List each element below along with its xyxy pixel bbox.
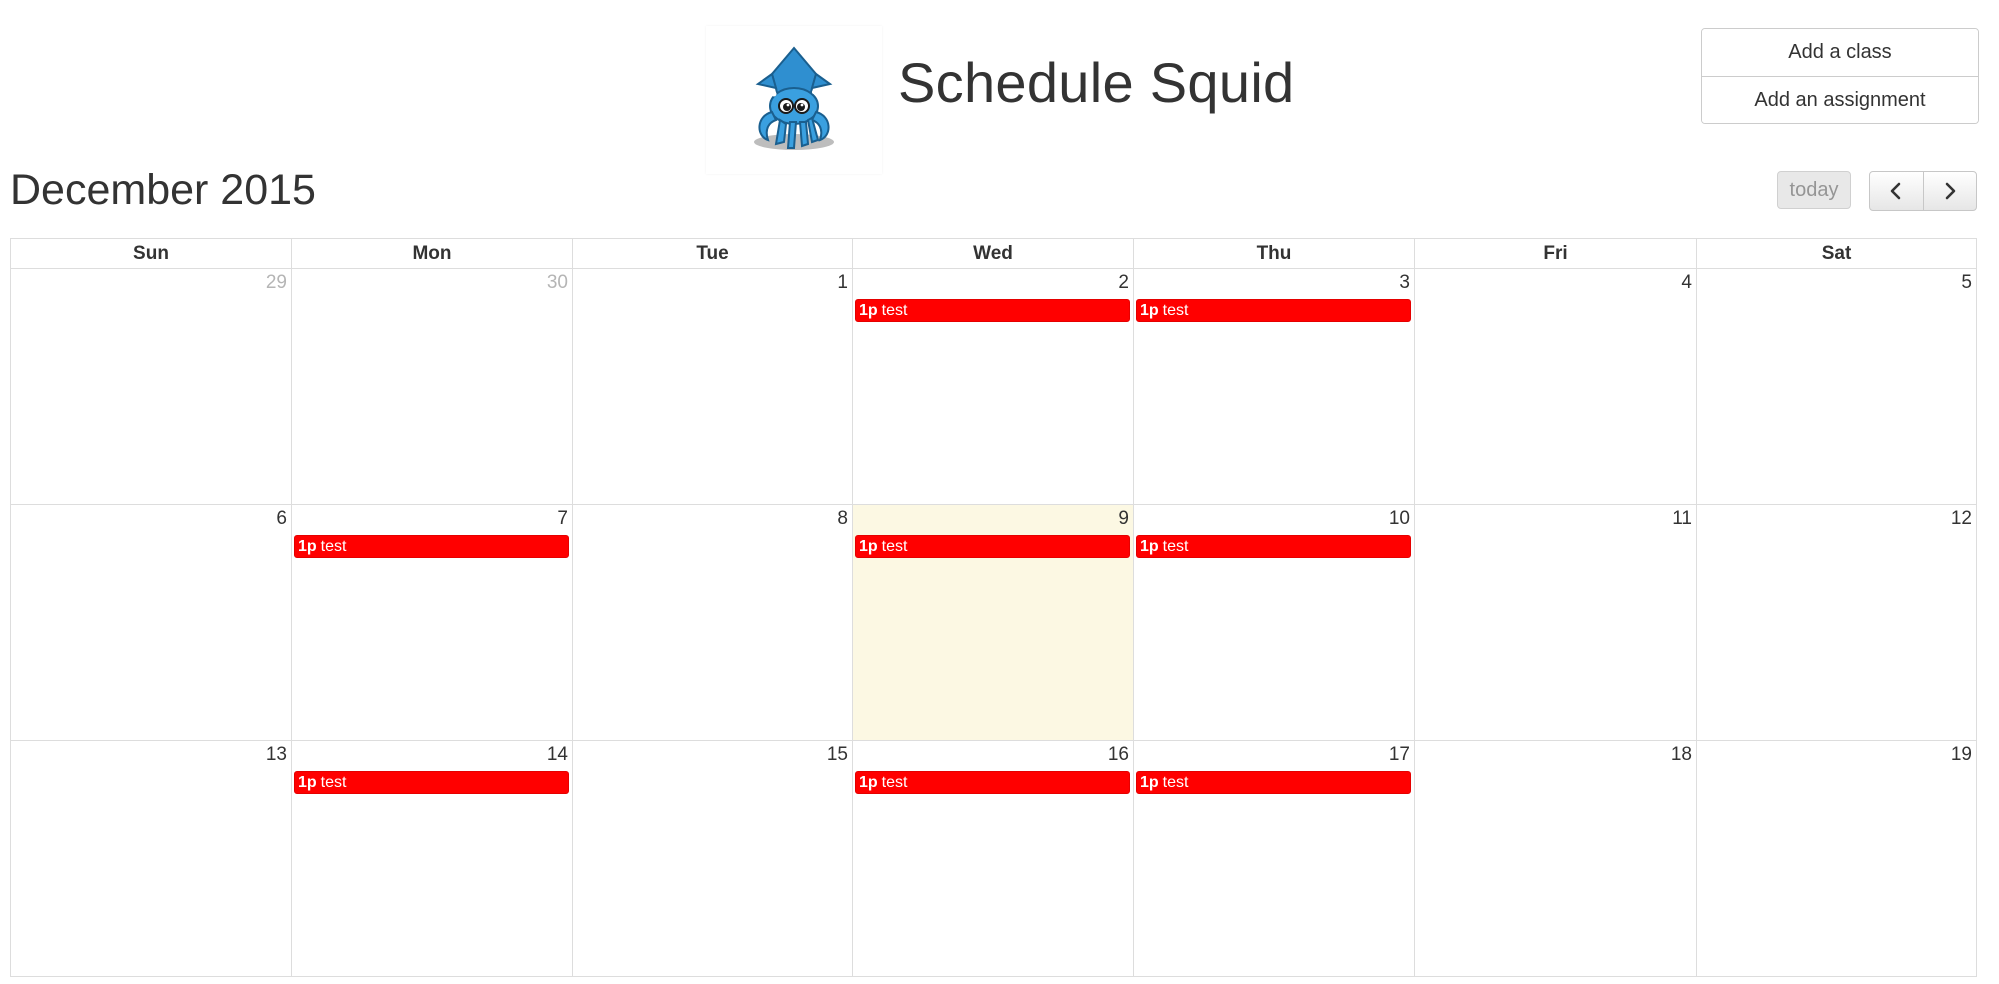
calendar-event[interactable]: 1p test: [855, 299, 1130, 322]
day-number: 9: [1118, 508, 1129, 529]
squid-icon: [754, 46, 834, 150]
event-time: 1p: [1140, 774, 1159, 791]
week-row: 6 7 1p test 8 9 1p test 10 1p test 11 12: [10, 505, 1977, 741]
event-time: 1p: [1140, 302, 1159, 319]
day-number: 7: [557, 508, 568, 529]
app-title: Schedule Squid: [898, 51, 1295, 114]
day-number: 3: [1399, 272, 1410, 293]
day-header-thu: Thu: [1133, 239, 1414, 269]
day-cell[interactable]: 19: [1696, 741, 1977, 977]
day-number: 10: [1388, 508, 1410, 529]
today-button[interactable]: today: [1777, 171, 1851, 209]
calendar-event[interactable]: 1p test: [294, 771, 569, 794]
day-number: 8: [837, 508, 848, 529]
day-cell[interactable]: 17 1p test: [1133, 741, 1414, 977]
calendar-event[interactable]: 1p test: [1136, 535, 1411, 558]
day-number: 29: [265, 272, 287, 293]
day-header-sat: Sat: [1696, 239, 1977, 269]
calendar-title: December 2015: [10, 166, 316, 214]
day-cell[interactable]: 7 1p test: [291, 505, 572, 741]
calendar-event[interactable]: 1p test: [1136, 299, 1411, 322]
day-cell[interactable]: 1: [572, 269, 852, 505]
week-row: 29 30 1 2 1p test 3 1p test 4 5: [10, 269, 1977, 505]
month-calendar: Sun Mon Tue Wed Thu Fri Sat 29 30 1 2 1p test 3 1p tes…: [10, 238, 1977, 984]
app-header: Schedule Squid Add a class Add an assign…: [0, 0, 1999, 175]
day-cell[interactable]: 13: [10, 741, 291, 977]
day-cell[interactable]: 15: [572, 741, 852, 977]
day-header-fri: Fri: [1414, 239, 1696, 269]
prev-month-button[interactable]: [1870, 172, 1923, 210]
event-time: 1p: [859, 538, 878, 555]
day-number: 13: [265, 744, 287, 765]
day-cell[interactable]: 14 1p test: [291, 741, 572, 977]
event-title: test: [320, 774, 347, 791]
week-row: 13 14 1p test 15 16 1p test 17 1p test 18 19: [10, 741, 1977, 977]
day-header-wed: Wed: [852, 239, 1133, 269]
day-header-mon: Mon: [291, 239, 572, 269]
day-number: 18: [1670, 744, 1692, 765]
calendar-event[interactable]: 1p test: [1136, 771, 1411, 794]
day-cell[interactable]: 16 1p test: [852, 741, 1133, 977]
day-number: 14: [546, 744, 568, 765]
action-button-group: Add a class Add an assignment: [1701, 28, 1979, 124]
day-cell[interactable]: 2 1p test: [852, 269, 1133, 505]
day-cell[interactable]: 29: [10, 269, 291, 505]
day-number: 1: [837, 272, 848, 293]
calendar-event[interactable]: 1p test: [294, 535, 569, 558]
day-number: 4: [1681, 272, 1692, 293]
event-time: 1p: [1140, 538, 1159, 555]
day-number: 16: [1107, 744, 1129, 765]
add-assignment-button[interactable]: Add an assignment: [1702, 76, 1978, 123]
add-class-button[interactable]: Add a class: [1702, 29, 1978, 76]
day-header-sun: Sun: [10, 239, 291, 269]
day-number: 15: [826, 744, 848, 765]
chevron-right-icon: [1945, 182, 1956, 200]
day-cell[interactable]: 6: [10, 505, 291, 741]
calendar-event[interactable]: 1p test: [855, 771, 1130, 794]
event-time: 1p: [298, 538, 317, 555]
day-number: 17: [1388, 744, 1410, 765]
chevron-left-icon: [1890, 182, 1901, 200]
day-number: 6: [276, 508, 287, 529]
day-cell[interactable]: 10 1p test: [1133, 505, 1414, 741]
day-of-week-header: Sun Mon Tue Wed Thu Fri Sat: [10, 239, 1977, 269]
day-number: 2: [1118, 272, 1129, 293]
day-cell[interactable]: 8: [572, 505, 852, 741]
event-title: test: [881, 538, 908, 555]
day-number: 30: [546, 272, 568, 293]
calendar-event[interactable]: 1p test: [855, 535, 1130, 558]
day-cell[interactable]: 18: [1414, 741, 1696, 977]
day-cell[interactable]: 4: [1414, 269, 1696, 505]
calendar-nav: [1869, 171, 1977, 211]
event-time: 1p: [298, 774, 317, 791]
event-title: test: [1162, 774, 1189, 791]
logo: [706, 26, 882, 174]
day-cell[interactable]: 30: [291, 269, 572, 505]
event-title: test: [881, 774, 908, 791]
day-number: 5: [1961, 272, 1972, 293]
day-number: 12: [1950, 508, 1972, 529]
day-cell[interactable]: 11: [1414, 505, 1696, 741]
event-title: test: [320, 538, 347, 555]
next-month-button[interactable]: [1922, 172, 1977, 210]
event-time: 1p: [859, 302, 878, 319]
day-cell[interactable]: 12: [1696, 505, 1977, 741]
event-time: 1p: [859, 774, 878, 791]
day-cell[interactable]: 3 1p test: [1133, 269, 1414, 505]
day-number: 11: [1672, 508, 1692, 529]
day-header-tue: Tue: [572, 239, 852, 269]
day-cell[interactable]: 5: [1696, 269, 1977, 505]
event-title: test: [1162, 302, 1189, 319]
day-cell-today[interactable]: 9 1p test: [852, 505, 1133, 741]
event-title: test: [881, 302, 908, 319]
event-title: test: [1162, 538, 1189, 555]
day-number: 19: [1950, 744, 1972, 765]
